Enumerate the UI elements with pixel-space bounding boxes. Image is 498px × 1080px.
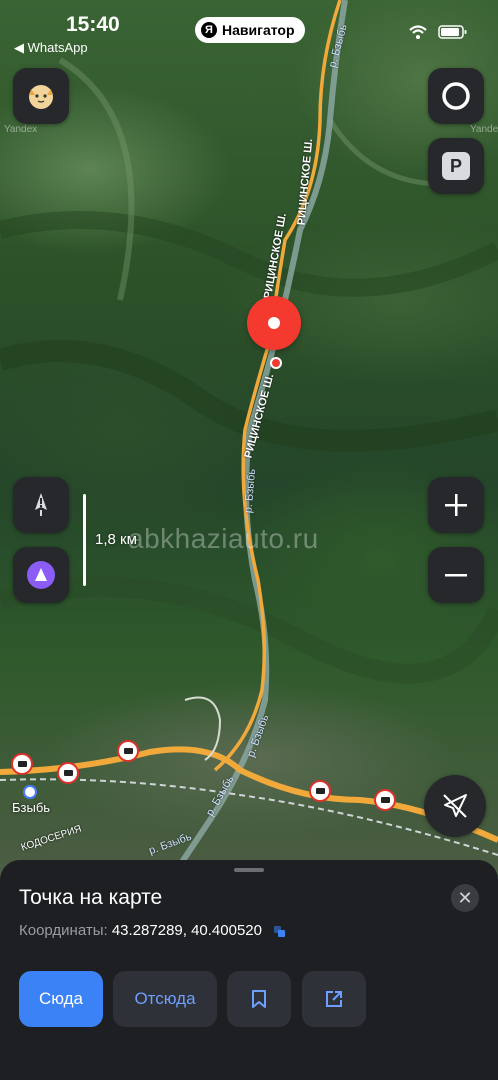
share-icon [326,991,342,1007]
copy-icon[interactable] [274,925,286,937]
watermark: abkhaziauto.ru [128,523,319,554]
speed-camera-icon[interactable] [11,753,33,775]
navigator-pill[interactable]: Я Навигатор [195,17,305,43]
sheet-grabber[interactable] [234,868,264,872]
route-from-button[interactable]: Отсюда [113,971,217,1027]
wifi-icon [409,25,427,39]
map-view[interactable]: Yandex Yandex РИЦИНСКОЕ Ш. РИЦИНСКОЕ Ш. … [0,0,498,880]
alice-icon [27,561,55,589]
bookmark-button[interactable] [227,971,291,1027]
zoom-out-button[interactable] [428,547,484,603]
speed-camera-icon[interactable] [117,740,139,762]
parking-button[interactable]: P [428,138,484,194]
cat-avatar-icon [29,85,53,109]
coordinates-row: Координаты: 43.287289, 40.400520 [19,922,286,939]
sheet-title: Точка на карте [19,886,163,909]
coordinates-label: Координаты: [19,922,108,939]
back-to-app-link[interactable]: ◀ WhatsApp [14,40,88,56]
status-time: 15:40 [66,13,120,36]
speed-camera-icon[interactable] [374,789,396,811]
scale-bar [83,494,86,586]
town-marker[interactable] [23,785,37,799]
my-location-button[interactable] [424,775,486,837]
selected-point-dot [270,357,282,369]
system-icons [408,24,468,40]
map-logo: Yandex [4,124,38,135]
zoom-in-button[interactable] [428,477,484,533]
point-info-sheet[interactable]: Точка на карте ✕ Координаты: 43.287289, … [0,860,498,1080]
status-bar: 15:40 ◀ WhatsApp Я Навигатор [0,0,498,60]
yandex-logo-icon: Я [201,22,217,38]
map-logo-right: Yandex [470,124,498,135]
speed-camera-icon[interactable] [57,762,79,784]
road-event-button[interactable] [13,477,69,533]
profile-button[interactable] [13,68,69,124]
parking-icon: P [442,152,470,180]
share-button[interactable] [302,971,366,1027]
bookmark-icon [252,990,266,1008]
location-arrow-icon [443,794,467,818]
navigator-label: Навигатор [222,22,295,38]
alice-button[interactable] [13,547,69,603]
battery-icon [438,25,467,39]
plus-icon [445,494,467,516]
road-event-icon [35,493,47,516]
minus-icon [445,574,467,577]
speed-camera-icon[interactable] [309,780,331,802]
alice-circle-icon [442,82,470,110]
scale-label: 1,8 км [95,531,137,548]
coordinates-value[interactable]: 43.287289, 40.400520 [112,922,262,939]
route-here-button[interactable]: Сюда [19,971,103,1027]
selected-point-pin[interactable] [247,296,301,350]
town-label: Бзыбь [12,800,51,815]
alice-circle-button[interactable] [428,68,484,124]
close-button[interactable]: ✕ [451,884,479,912]
